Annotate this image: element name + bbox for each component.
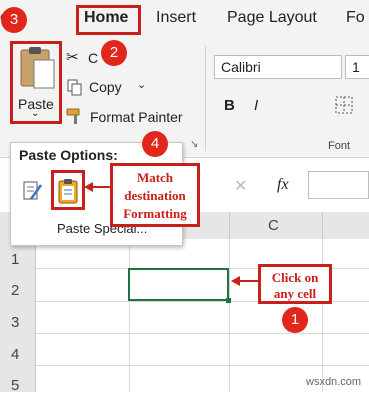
gridline xyxy=(129,239,130,392)
arrow-left-icon xyxy=(231,276,260,286)
callout-line: Formatting xyxy=(123,206,187,221)
gridline xyxy=(36,365,369,366)
font-size-select[interactable]: 1 xyxy=(345,55,369,79)
bold-button[interactable]: B xyxy=(224,97,235,114)
click-any-cell-callout: Click on any cell xyxy=(258,264,332,304)
row-header-5[interactable]: 5 xyxy=(11,377,19,394)
home-tab-highlight xyxy=(76,5,141,35)
font-name-select[interactable]: Calibri xyxy=(214,55,342,79)
column-divider xyxy=(229,212,230,239)
selected-cell[interactable] xyxy=(128,268,229,301)
cut-label[interactable]: C xyxy=(88,50,98,66)
tab-formulas[interactable]: Fo xyxy=(346,9,365,27)
gridline xyxy=(322,239,323,392)
copy-icon[interactable] xyxy=(67,79,83,96)
tab-insert[interactable]: Insert xyxy=(156,9,196,27)
tab-page-layout[interactable]: Page Layout xyxy=(227,9,317,27)
callout-line: Match xyxy=(136,170,174,185)
format-painter-label[interactable]: Format Painter xyxy=(90,109,183,125)
callout-line: Click on xyxy=(271,270,319,285)
step-4-marker: 4 xyxy=(142,131,168,157)
clipboard-dialog-launcher-icon[interactable]: ↘ xyxy=(190,139,198,150)
paste-options-title: Paste Options: xyxy=(19,147,118,163)
watermark: wsxdn.com xyxy=(306,376,362,388)
step-2-marker: 2 xyxy=(101,40,127,66)
italic-button[interactable]: I xyxy=(254,97,258,114)
paste-button-highlight xyxy=(10,41,62,124)
row-header-3[interactable]: 3 xyxy=(11,314,19,331)
column-divider xyxy=(322,212,323,239)
format-painter-icon[interactable] xyxy=(66,107,86,125)
font-group-label: Font xyxy=(328,140,351,152)
ribbon-group-divider xyxy=(205,46,206,151)
match-destination-highlight xyxy=(51,170,85,210)
step-1-marker: 1 xyxy=(282,307,308,333)
row-header-4[interactable]: 4 xyxy=(11,346,19,363)
row-header-2[interactable]: 2 xyxy=(11,282,19,299)
column-header-c[interactable]: C xyxy=(268,217,279,234)
borders-icon[interactable] xyxy=(335,96,353,114)
copy-dropdown-chevron[interactable]: ⌄ xyxy=(137,78,146,91)
cancel-icon[interactable]: ✕ xyxy=(234,176,247,196)
ribbon-tabs: e Home Insert Page Layout Fo xyxy=(0,0,369,38)
callout-line: any cell xyxy=(273,286,317,301)
row-header-1[interactable]: 1 xyxy=(11,251,19,268)
copy-label[interactable]: Copy xyxy=(89,79,122,95)
callout-line: destination xyxy=(124,188,186,203)
gridline xyxy=(36,333,369,334)
match-destination-callout: Match destination Formatting xyxy=(110,163,200,227)
formula-input[interactable] xyxy=(308,171,369,199)
cut-icon[interactable]: ✂ xyxy=(66,48,79,66)
paste-keep-source-icon[interactable] xyxy=(21,179,43,201)
gridline xyxy=(229,239,230,392)
insert-function-button[interactable]: fx xyxy=(277,176,289,194)
fill-handle[interactable] xyxy=(226,298,231,303)
arrow-left-icon xyxy=(84,182,111,192)
step-3-marker: 3 xyxy=(1,7,27,33)
